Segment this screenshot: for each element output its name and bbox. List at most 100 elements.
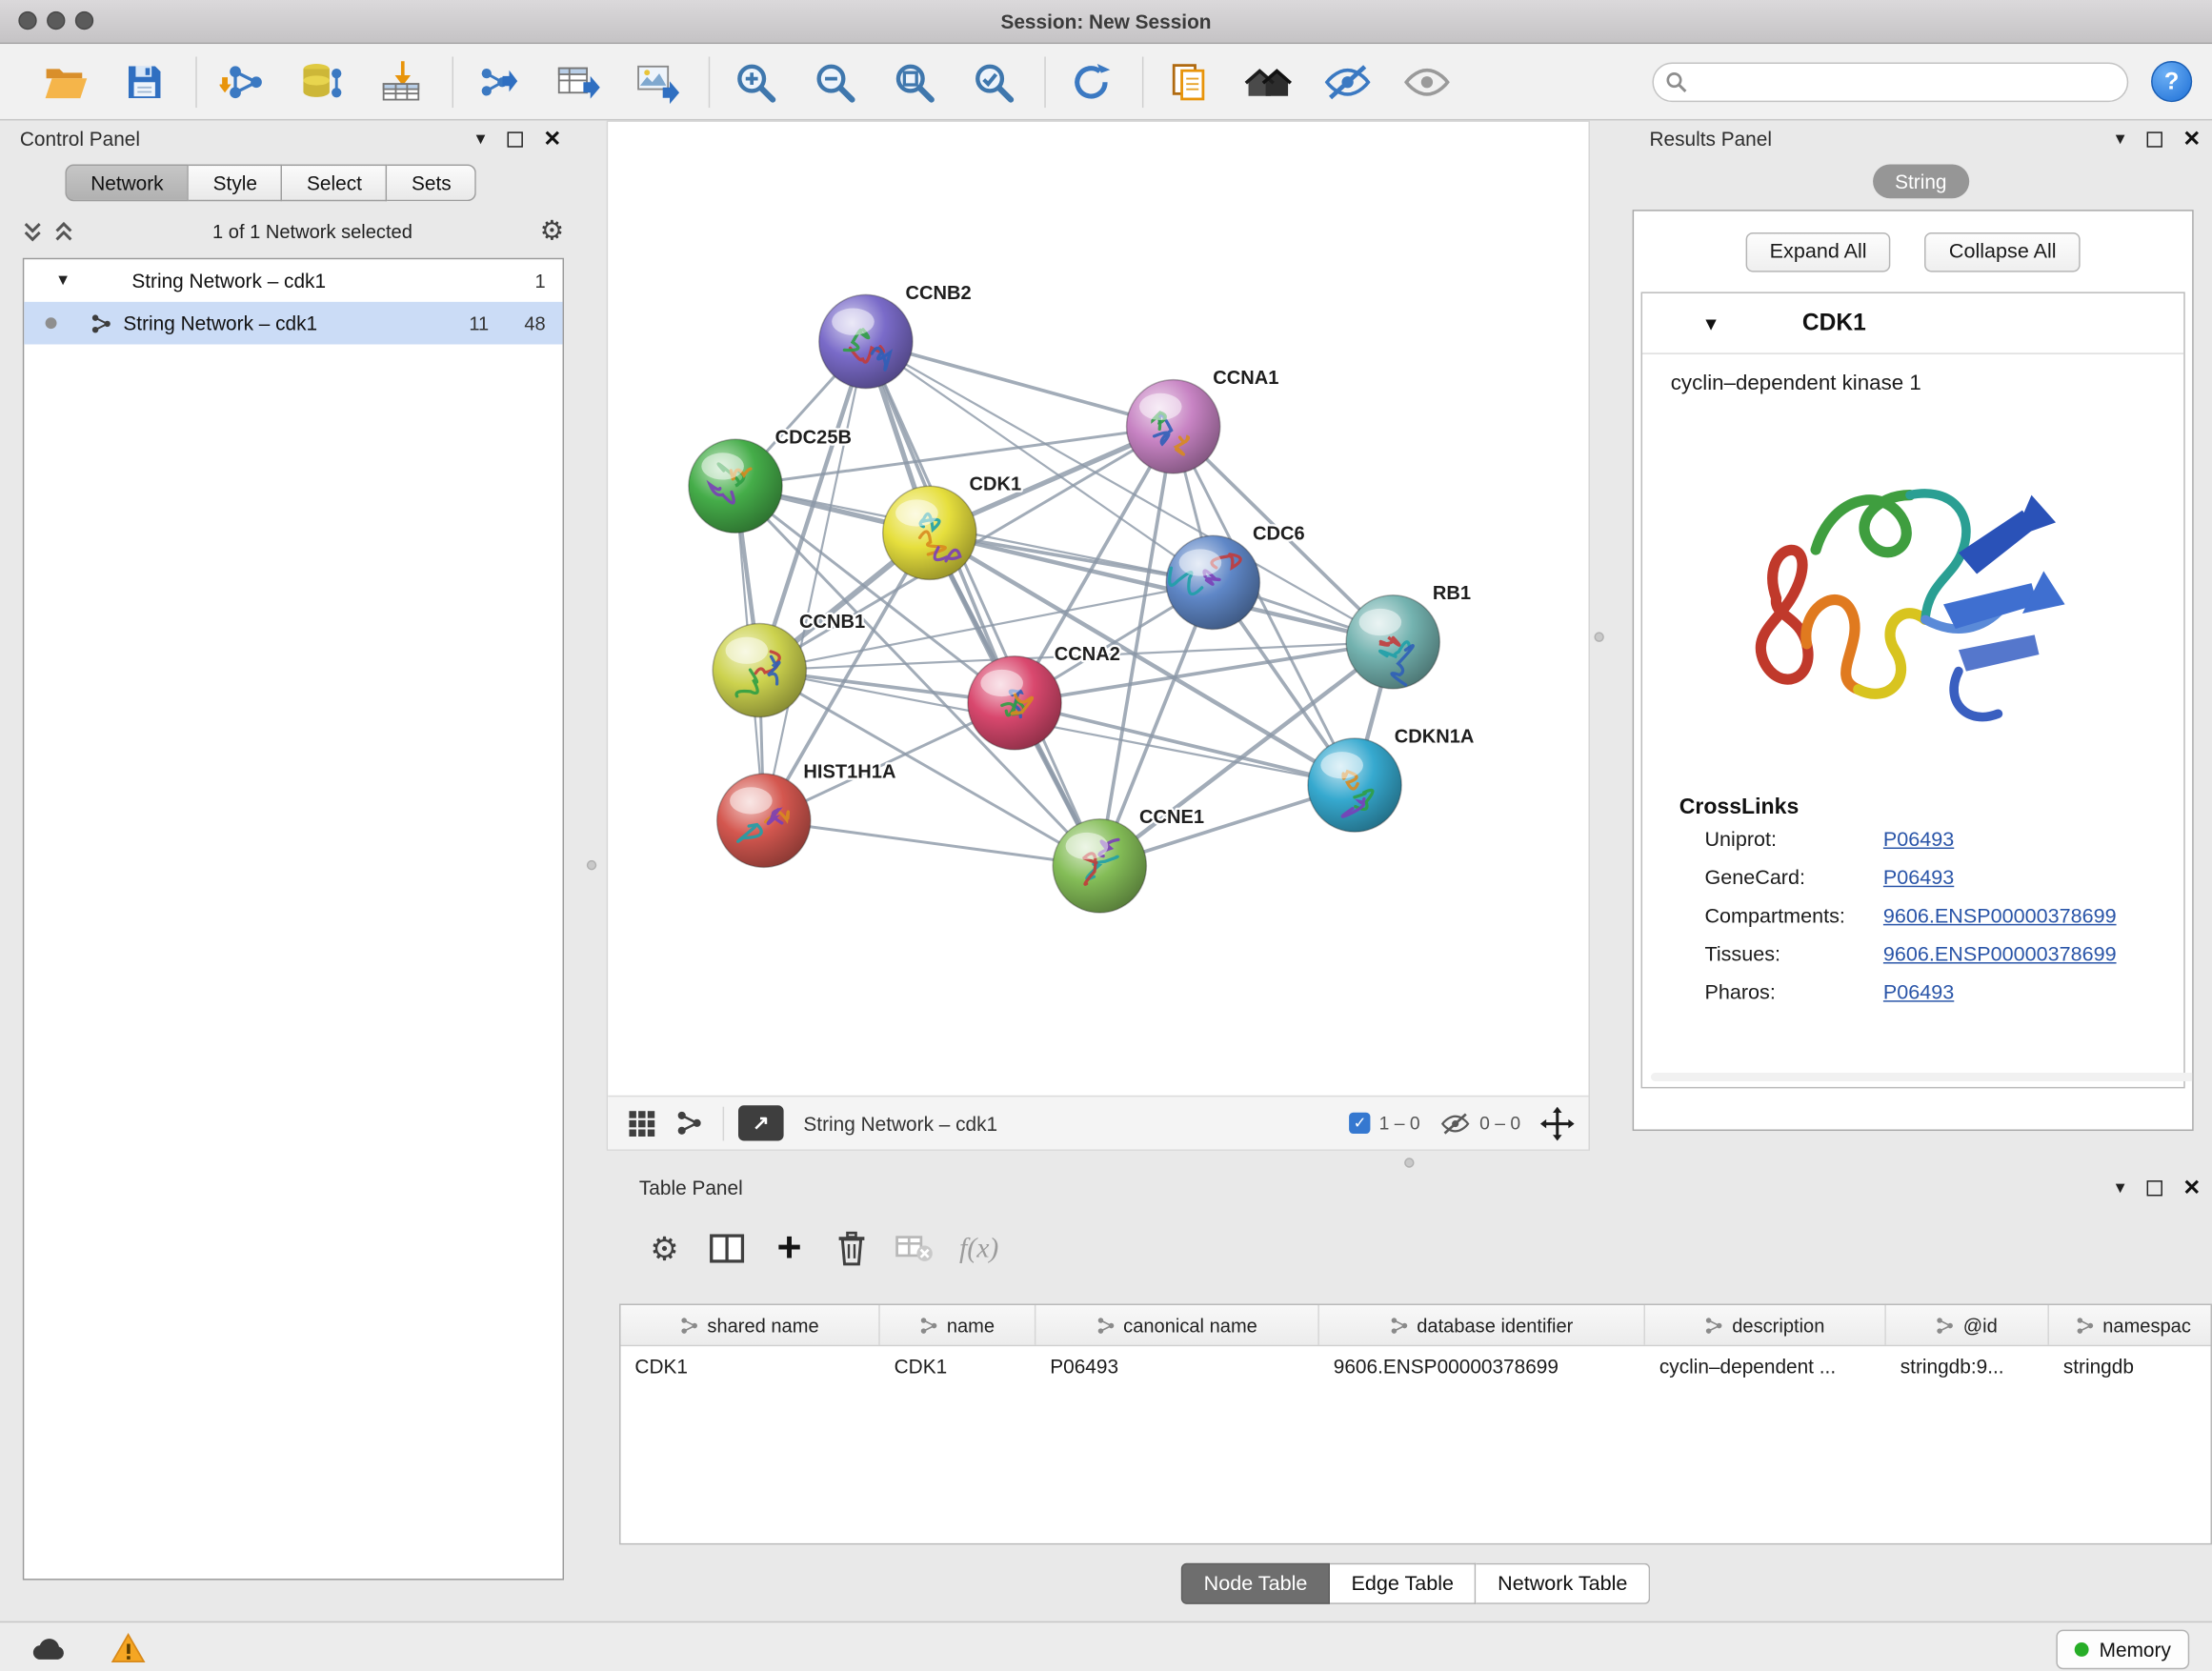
zoom-in-button[interactable] (727, 53, 784, 111)
show-columns-button[interactable] (695, 1220, 757, 1278)
panel-close-icon[interactable]: ✕ (2182, 1175, 2201, 1200)
crosslink-link[interactable]: 9606.ENSP00000378699 (1883, 906, 2117, 929)
maximize-window-button[interactable] (75, 11, 93, 30)
section-collapse-icon[interactable]: ▼ (1701, 312, 1719, 333)
tree-expander-icon[interactable]: ▼ (55, 272, 72, 290)
change-style-button[interactable] (1240, 53, 1297, 111)
crosslink-link[interactable]: P06493 (1883, 867, 1954, 890)
crosslink-link[interactable]: 9606.ENSP00000378699 (1883, 944, 2117, 967)
panel-menu-icon[interactable]: ▾ (2116, 128, 2125, 151)
delete-column-button[interactable] (820, 1220, 882, 1278)
tab-node-table[interactable]: Node Table (1181, 1563, 1330, 1604)
zoom-selected-button[interactable] (965, 53, 1022, 111)
create-column-button[interactable]: + (758, 1220, 820, 1278)
graph-node-ccna1[interactable]: CCNA1 (1127, 368, 1279, 473)
panel-close-icon[interactable]: ✕ (543, 126, 561, 151)
close-window-button[interactable] (18, 11, 36, 30)
save-session-button[interactable] (116, 53, 173, 111)
table-settings-button[interactable]: ⚙ (633, 1220, 695, 1278)
export-network-button[interactable] (471, 53, 528, 111)
show-all-button[interactable] (1398, 53, 1456, 111)
tab-sets[interactable]: Sets (388, 165, 477, 202)
clone-network-button[interactable] (1160, 53, 1217, 111)
column-header-database-identifier[interactable]: database identifier (1319, 1305, 1645, 1345)
bottom-splitter-handle[interactable] (1404, 1158, 1414, 1167)
refresh-button[interactable] (1063, 53, 1120, 111)
help-button[interactable]: ? (2151, 61, 2192, 102)
string-network-graph[interactable]: CCNB2CCNA1CDC25BCDK1CDC6RB1CCNB1CCNA2CDK… (608, 122, 1588, 1097)
column-header-canonical-name[interactable]: canonical name (1036, 1305, 1319, 1345)
column-header-name[interactable]: name (880, 1305, 1036, 1345)
zoom-fit-button[interactable] (886, 53, 943, 111)
zoom-out-button[interactable] (806, 53, 863, 111)
gear-icon[interactable]: ⚙ (540, 217, 564, 244)
memory-button[interactable]: Memory (2057, 1630, 2189, 1670)
graph-edge[interactable] (764, 820, 1100, 866)
search-input[interactable] (1652, 62, 2128, 102)
import-network-from-database-button[interactable] (293, 53, 351, 111)
tab-network-table[interactable]: Network Table (1477, 1563, 1650, 1604)
selected-checkbox-icon[interactable]: ✓ (1349, 1113, 1370, 1134)
tab-edge-table[interactable]: Edge Table (1330, 1563, 1477, 1604)
collapse-all-icon[interactable] (23, 220, 43, 241)
crosslink-link[interactable]: P06493 (1883, 982, 1954, 1005)
import-network-button[interactable] (214, 53, 271, 111)
hide-selected-button[interactable] (1319, 53, 1377, 111)
graph-node-rb1[interactable]: RB1 (1346, 583, 1471, 689)
delete-table-button[interactable] (883, 1220, 945, 1278)
graph-edge[interactable] (930, 533, 1393, 642)
open-session-button[interactable] (37, 53, 94, 111)
panel-menu-icon[interactable]: ▾ (2116, 1177, 2125, 1199)
export-image-button[interactable] (629, 53, 686, 111)
network-overview-button[interactable] (676, 1110, 703, 1137)
export-table-button[interactable] (550, 53, 607, 111)
expand-all-icon[interactable] (54, 220, 74, 241)
network-row[interactable]: String Network – cdk1 11 48 (24, 302, 562, 345)
column-header-shared-name[interactable]: shared name (621, 1305, 880, 1345)
graph-node-ccnb2[interactable]: CCNB2 (819, 283, 972, 389)
panel-close-icon[interactable]: ✕ (2182, 126, 2201, 151)
table-cell[interactable]: P06493 (1036, 1354, 1319, 1377)
birds-eye-view-button[interactable] (628, 1109, 656, 1137)
table-row[interactable]: CDK1CDK1P064939606.ENSP00000378699cyclin… (621, 1346, 2211, 1384)
graph-node-hist1h1a[interactable]: HIST1H1A (717, 762, 896, 868)
table-cell[interactable]: CDK1 (621, 1354, 880, 1377)
table-cell[interactable]: stringdb:9... (1886, 1354, 2049, 1377)
collapse-all-button[interactable]: Collapse All (1925, 232, 2081, 272)
column-header-description[interactable]: description (1645, 1305, 1886, 1345)
column-header--id[interactable]: @id (1886, 1305, 2049, 1345)
detach-view-button[interactable]: ↗ (738, 1105, 784, 1140)
string-tab-badge[interactable]: String (1872, 165, 1969, 199)
function-builder-button[interactable]: f(x) (959, 1232, 998, 1264)
expand-all-button[interactable]: Expand All (1745, 232, 1891, 272)
column-header-namespac[interactable]: namespac (2049, 1305, 2212, 1345)
graph-node-ccnb1[interactable]: CCNB1 (713, 612, 865, 717)
tab-network[interactable]: Network (65, 165, 189, 202)
table-cell[interactable]: cyclin–dependent ... (1645, 1354, 1886, 1377)
minimize-window-button[interactable] (47, 11, 65, 30)
tab-select[interactable]: Select (283, 165, 388, 202)
graph-edge[interactable] (866, 341, 1099, 865)
network-canvas[interactable]: CCNB2CCNA1CDC25BCDK1CDC6RB1CCNB1CCNA2CDK… (608, 122, 1588, 1097)
panel-float-icon[interactable] (2147, 131, 2162, 147)
tab-style[interactable]: Style (189, 165, 282, 202)
panel-float-icon[interactable] (2147, 1179, 2162, 1195)
gene-section-header[interactable]: ▼ CDK1 (1642, 293, 2183, 354)
right-splitter-handle[interactable] (1594, 632, 1603, 641)
crosslink-link[interactable]: P06493 (1883, 829, 1954, 852)
pan-crosshair-icon[interactable] (1540, 1106, 1575, 1140)
graph-edge[interactable] (764, 341, 866, 820)
table-cell[interactable]: stringdb (2049, 1354, 2212, 1377)
table-cell[interactable]: CDK1 (880, 1354, 1036, 1377)
table-cell[interactable]: 9606.ENSP00000378699 (1319, 1354, 1645, 1377)
cloud-button[interactable] (29, 1633, 69, 1671)
network-collection-row[interactable]: ▼ String Network – cdk1 1 (24, 259, 562, 302)
results-scrollbar[interactable] (1651, 1073, 2194, 1081)
warnings-button[interactable] (111, 1633, 146, 1671)
left-splitter-handle[interactable] (587, 860, 596, 870)
import-table-button[interactable] (372, 53, 430, 111)
panel-menu-icon[interactable]: ▾ (476, 128, 486, 151)
graph-node-cdc6[interactable]: CDC6 (1166, 524, 1304, 630)
panel-float-icon[interactable] (508, 131, 523, 147)
graph-node-cdc25b[interactable]: CDC25B (689, 428, 852, 534)
